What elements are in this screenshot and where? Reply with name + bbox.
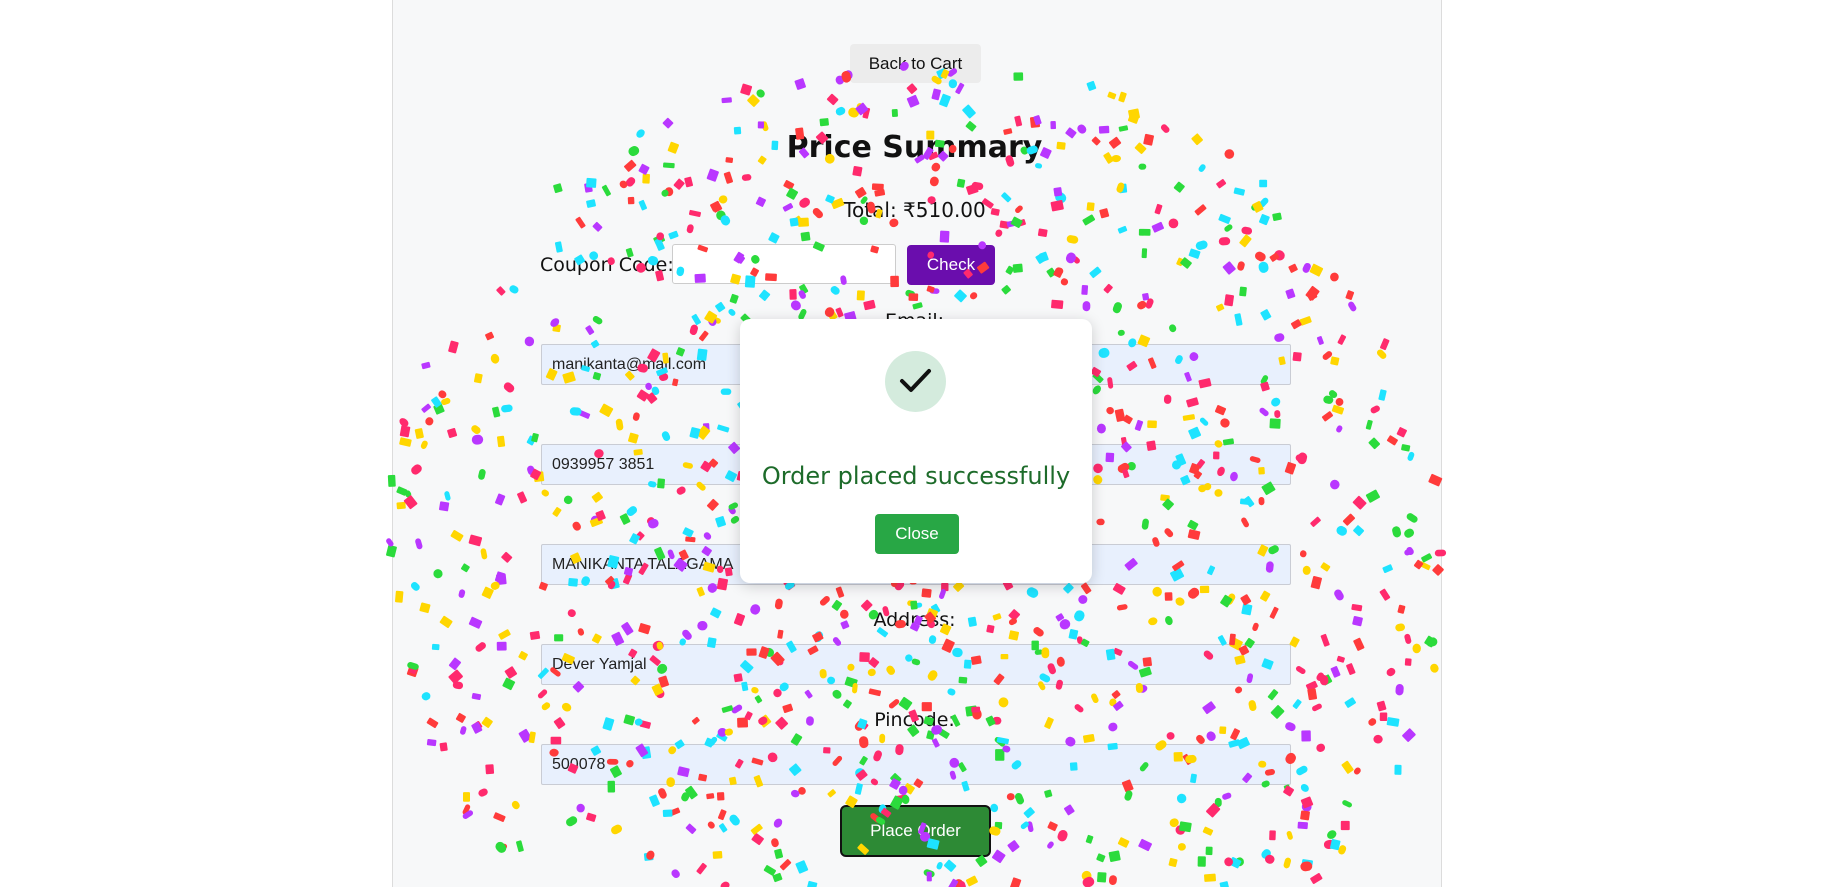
coupon-code-label: Coupon Code: <box>540 254 674 276</box>
close-modal-button[interactable]: Close <box>875 514 959 554</box>
success-message: Order placed successfully <box>761 462 1071 490</box>
address-field[interactable] <box>541 644 1291 685</box>
checkmark-icon <box>900 369 931 392</box>
pincode-field[interactable] <box>541 744 1291 785</box>
address-label: Address: <box>873 609 956 631</box>
price-summary-title: Price Summary <box>786 130 1043 165</box>
coupon-code-input[interactable] <box>672 244 896 284</box>
place-order-button[interactable]: Place Order <box>840 805 991 857</box>
total-amount: Total: ₹510.00 <box>843 198 986 222</box>
pincode-label: Pincode: <box>874 709 955 731</box>
success-badge <box>885 351 946 412</box>
order-success-modal: Order placed successfully Close <box>740 319 1092 583</box>
back-to-cart-button[interactable]: Back to Cart <box>850 44 981 83</box>
check-coupon-button[interactable]: Check <box>907 245 995 285</box>
